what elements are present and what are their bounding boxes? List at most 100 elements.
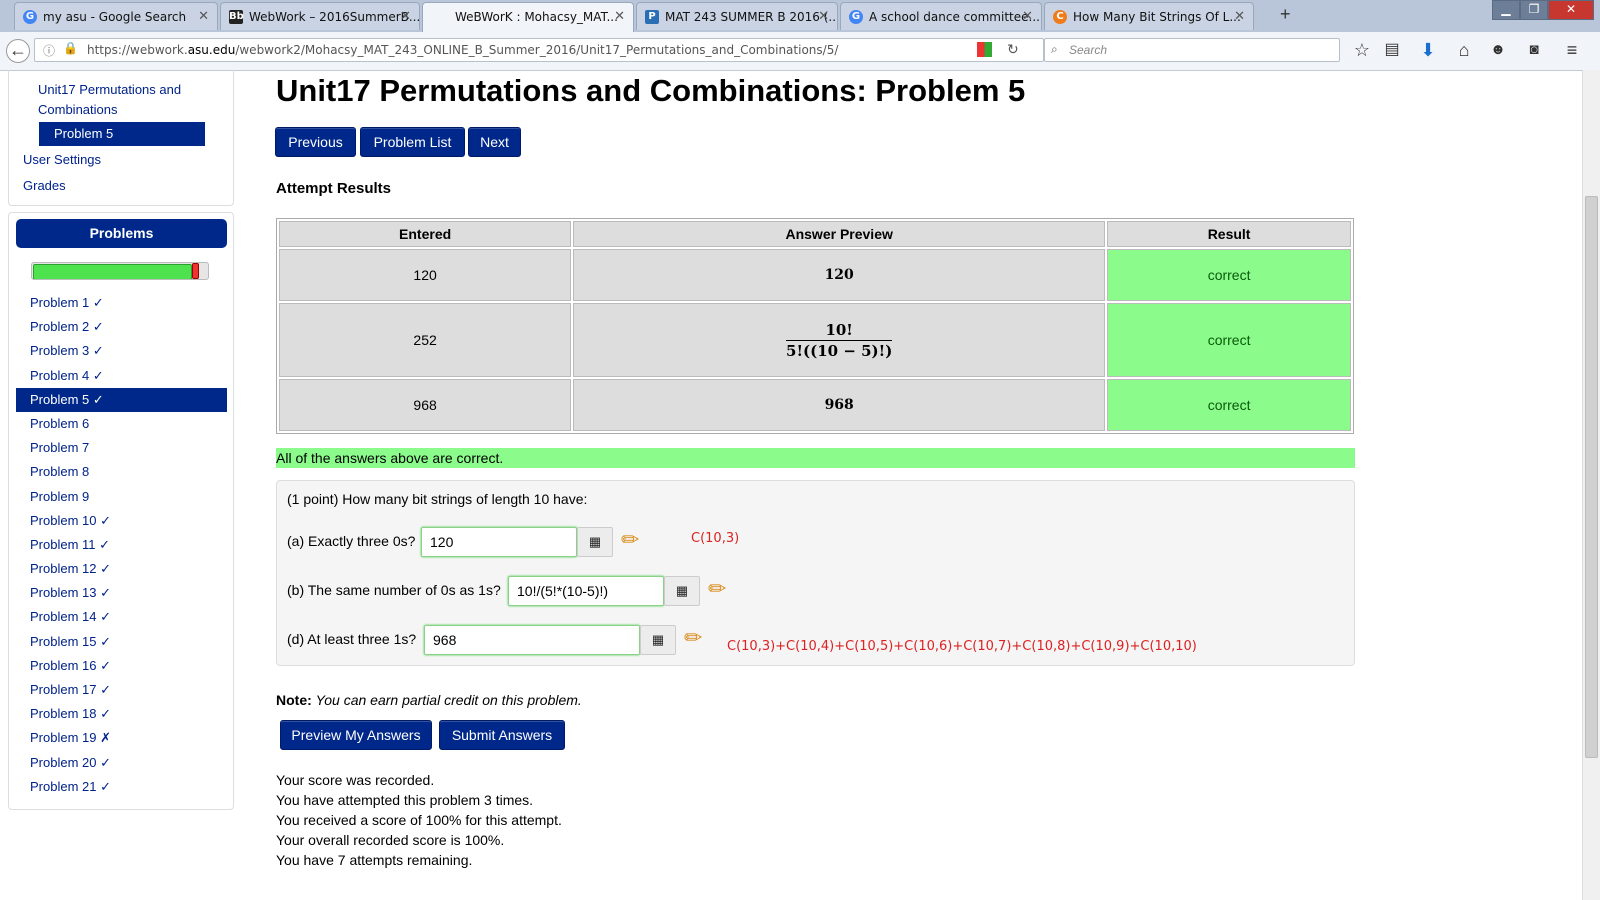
vertical-scrollbar[interactable] bbox=[1582, 70, 1600, 900]
result-cell: correct bbox=[1107, 303, 1351, 377]
download-icon[interactable]: ⬇ bbox=[1418, 40, 1438, 60]
part-a-answer-input[interactable]: 120 bbox=[421, 527, 577, 557]
score-messages: Your score was recorded. You have attemp… bbox=[276, 770, 562, 870]
entered-cell: 968 bbox=[279, 379, 572, 431]
attempt-results-heading: Attempt Results bbox=[276, 180, 392, 197]
lock-icon: 🔒 bbox=[63, 41, 78, 55]
url-text[interactable]: https://webwork.asu.edu/webwork2/Mohacsy… bbox=[87, 43, 838, 57]
url-path: /webwork2/Mohacsy_MAT_243_ONLINE_B_Summe… bbox=[235, 43, 839, 57]
note-label: Note: bbox=[276, 692, 312, 708]
close-tab-icon[interactable]: ✕ bbox=[1022, 3, 1033, 30]
equation-editor-icon[interactable]: ▦ bbox=[577, 527, 613, 557]
pencil-icon: ✏ bbox=[684, 625, 703, 650]
address-bar[interactable]: ⓘ 🔒 https://webwork.asu.edu/webwork2/Moh… bbox=[34, 38, 1044, 62]
navigation-bar: ← ⓘ 🔒 https://webwork.asu.edu/webwork2/M… bbox=[0, 32, 1600, 71]
chegg-icon: C bbox=[1053, 10, 1067, 24]
preview-cell: 968 bbox=[573, 379, 1106, 431]
close-tab-icon[interactable]: ✕ bbox=[400, 3, 411, 30]
close-tab-icon[interactable]: ✕ bbox=[1234, 3, 1245, 30]
page-title: Unit17 Permutations and Combinations: Pr… bbox=[276, 73, 1026, 108]
next-button[interactable]: Next bbox=[468, 127, 521, 157]
tab-title: WebWork – 2016SummerB... bbox=[249, 10, 420, 24]
score-line: You have attempted this problem 3 times. bbox=[276, 792, 534, 808]
score-line: You have 7 attempts remaining. bbox=[276, 852, 473, 868]
score-line: Your overall recorded score is 100%. bbox=[276, 832, 505, 848]
browser-tab[interactable]: P MAT 243 SUMMER B 2016 (... ✕ bbox=[636, 2, 838, 30]
part-d-annotation: C(10,3)+C(10,4)+C(10,5)+C(10,6)+C(10,7)+… bbox=[727, 639, 1197, 654]
browser-tab-active[interactable]: WeBWorK : Mohacsy_MAT... ✕ bbox=[422, 2, 634, 32]
submit-answers-button[interactable]: Submit Answers bbox=[439, 720, 565, 750]
score-line: You received a score of 100% for this at… bbox=[276, 812, 562, 828]
chat-icon[interactable]: ☻ bbox=[1488, 40, 1508, 60]
problem-intro: (1 point) How many bit strings of length… bbox=[287, 491, 588, 507]
entered-cell: 252 bbox=[279, 303, 572, 377]
fraction-denominator: 5!((10 − 5)!) bbox=[786, 341, 893, 360]
menu-icon[interactable]: ≡ bbox=[1562, 40, 1582, 60]
close-window-icon[interactable]: ✕ bbox=[1548, 0, 1594, 20]
problem-list-button[interactable]: Problem List bbox=[360, 127, 465, 157]
part-d-answer-input[interactable]: 968 bbox=[424, 625, 640, 655]
tab-title: WeBWorK : Mohacsy_MAT... bbox=[455, 10, 618, 24]
part-a-label: (a) Exactly three 0s? bbox=[287, 533, 416, 549]
problem-box: (1 point) How many bit strings of length… bbox=[276, 480, 1355, 666]
tab-title: A school dance committee... bbox=[869, 10, 1040, 24]
url-domain: asu.edu bbox=[187, 43, 236, 57]
column-header: Entered bbox=[279, 221, 572, 247]
pocket-icon[interactable]: ◙ bbox=[1524, 40, 1544, 60]
blackboard-icon: Bb bbox=[229, 10, 244, 24]
equation-editor-icon[interactable]: ▦ bbox=[640, 625, 676, 655]
preview-answers-button[interactable]: Preview My Answers bbox=[280, 720, 432, 750]
extension-icon[interactable] bbox=[977, 42, 992, 57]
google-icon: G bbox=[23, 10, 37, 24]
tab-title: my asu - Google Search bbox=[43, 10, 187, 24]
close-tab-icon[interactable]: ✕ bbox=[198, 3, 209, 30]
entered-cell: 120 bbox=[279, 249, 572, 301]
pencil-icon: ✏ bbox=[621, 527, 640, 552]
google-icon: G bbox=[849, 10, 863, 24]
all-correct-banner: All of the answers above are correct. bbox=[276, 448, 1355, 468]
search-placeholder: Search bbox=[1069, 43, 1108, 57]
preview-cell: 120 bbox=[573, 249, 1106, 301]
previous-button[interactable]: Previous bbox=[275, 127, 356, 157]
search-icon: ⌕ bbox=[1051, 42, 1058, 56]
table-row: 968 968 correct bbox=[279, 379, 1351, 431]
reload-icon[interactable]: ↻ bbox=[1007, 41, 1019, 58]
equation-editor-icon[interactable]: ▦ bbox=[664, 576, 700, 606]
preview-cell: 10! 5!((10 − 5)!) bbox=[573, 303, 1106, 377]
new-tab-icon[interactable]: + bbox=[1280, 4, 1291, 25]
bookmark-star-icon[interactable]: ☆ bbox=[1352, 40, 1372, 60]
close-tab-icon[interactable]: ✕ bbox=[818, 3, 829, 30]
close-tab-icon[interactable]: ✕ bbox=[614, 3, 625, 31]
browser-tab[interactable]: G A school dance committee... ✕ bbox=[840, 2, 1042, 30]
note-text: You can earn partial credit on this prob… bbox=[315, 692, 582, 708]
restore-icon[interactable]: ❐ bbox=[1520, 0, 1548, 20]
part-b-answer-input[interactable]: 10!/(5!*(10-5)!) bbox=[508, 576, 664, 606]
table-header-row: Entered Answer Preview Result bbox=[279, 221, 1351, 247]
attempt-results-table: Entered Answer Preview Result 120 120 co… bbox=[276, 218, 1354, 434]
score-line: Your score was recorded. bbox=[276, 772, 435, 788]
back-arrow-icon[interactable]: ← bbox=[6, 39, 30, 63]
part-b-label: (b) The same number of 0s as 1s? bbox=[287, 582, 501, 598]
result-cell: correct bbox=[1107, 379, 1351, 431]
part-d-label: (d) At least three 1s? bbox=[287, 631, 417, 647]
search-input[interactable]: ⌕ Search bbox=[1044, 38, 1340, 62]
pearson-icon: P bbox=[645, 10, 659, 24]
minimize-icon[interactable]: ▁ bbox=[1492, 0, 1520, 20]
main-content: Unit17 Permutations and Combinations: Pr… bbox=[0, 70, 1580, 900]
fraction-numerator: 10! bbox=[786, 321, 893, 341]
info-icon[interactable]: ⓘ bbox=[43, 42, 55, 59]
tab-title: How Many Bit Strings Of L... bbox=[1073, 10, 1241, 24]
browser-tab[interactable]: Bb WebWork – 2016SummerB... ✕ bbox=[220, 2, 420, 30]
tab-bar: G my asu - Google Search ✕ Bb WebWork – … bbox=[0, 0, 1600, 32]
browser-tab[interactable]: C How Many Bit Strings Of L... ✕ bbox=[1044, 2, 1254, 30]
reading-list-icon[interactable]: ▤ bbox=[1382, 40, 1402, 60]
column-header: Answer Preview bbox=[573, 221, 1106, 247]
browser-tab[interactable]: G my asu - Google Search ✕ bbox=[14, 2, 218, 30]
column-header: Result bbox=[1107, 221, 1351, 247]
table-row: 252 10! 5!((10 − 5)!) correct bbox=[279, 303, 1351, 377]
scrollbar-thumb[interactable] bbox=[1585, 196, 1598, 758]
part-a-annotation: C(10,3) bbox=[691, 531, 740, 546]
partial-credit-note: Note: You can earn partial credit on thi… bbox=[276, 692, 582, 708]
url-prefix: https://webwork. bbox=[87, 43, 188, 57]
home-icon[interactable]: ⌂ bbox=[1454, 40, 1474, 60]
